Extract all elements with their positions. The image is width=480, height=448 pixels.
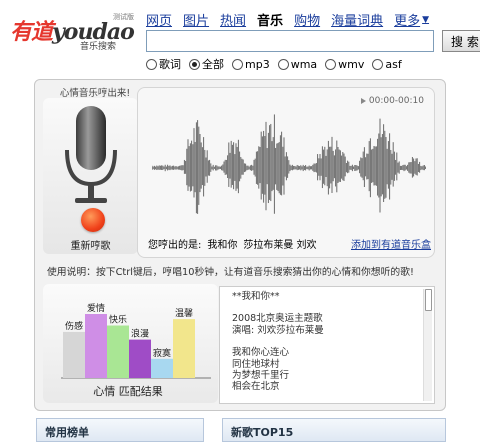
logo-cn: 有道 [10,19,53,45]
filter-label: wmv [338,57,365,71]
mood-caption: 心情 匹配结果 [93,385,163,398]
lyrics-header: **我和你** [232,291,280,302]
format-filters: 歌词 全部 mp3 wma wmv asf [146,56,410,72]
nav-images[interactable]: 图片 [183,10,209,29]
lyrics-line: 同住地球村 [232,358,280,370]
nav-news[interactable]: 热闻 [220,10,246,29]
nav-web[interactable]: 网页 [146,10,172,29]
play-icon[interactable] [360,98,366,104]
search-input[interactable] [146,30,434,52]
filter-label: wma [290,57,318,71]
hummed-label: 您哼出的是: [148,240,202,251]
mood-bar-label: 爱情 [87,302,105,314]
add-to-music-box-link[interactable]: 添加到有道音乐盒 [351,236,431,251]
mood-bar [151,358,173,378]
hummed-song-title: 我和你 [207,240,238,251]
audio-waveform [152,114,426,214]
filter-wmv[interactable]: wmv [325,56,364,72]
logo-beta-tag: 测试版 [113,13,134,21]
scroll-thumb[interactable] [425,289,432,311]
youdao-logo[interactable]: 有道youdao 测试版 音乐搜索 [10,12,138,52]
record-button[interactable] [81,208,105,232]
radio-icon[interactable] [372,58,384,70]
hum-recorder: 重新哼歌 [43,98,138,254]
lyrics-text: **我和你** 2008北京奥运主题歌 演唱: 刘欢莎拉布莱曼 我和你心连心 同… [232,291,324,393]
filter-all[interactable]: 全部 [189,56,224,72]
filter-label: 歌词 [159,58,181,71]
top-nav: 网页 图片 热闻 音乐 购物 海量词典 更多 ▼ [146,10,440,29]
nav-more-label: 更多 [394,14,421,29]
nav-dictionary[interactable]: 海量词典 [331,10,383,29]
lyrics-line: 为梦想千里行 [232,370,290,382]
timer-text: 00:00-00:10 [368,96,424,106]
lyrics-box[interactable]: **我和你** 2008北京奥运主题歌 演唱: 刘欢莎拉布莱曼 我和你心连心 同… [219,286,435,404]
mood-bar [129,339,151,378]
waveform-box: 00:00-00:10 您哼出的是: 我和你 莎拉布莱曼 刘欢 添加到有道音乐盒 [137,87,435,258]
mood-bar-label: 浪漫 [131,328,149,340]
filter-lyrics[interactable]: 歌词 [146,56,181,72]
mood-bar-label: 伤感 [65,320,83,332]
hum-heading: 心情音乐哼出来! [59,88,131,99]
filter-asf[interactable]: asf [372,56,402,72]
logo-subtitle: 音乐搜索 [80,42,117,52]
mood-bar-label: 快乐 [109,314,127,326]
mood-bar-label: 寂寞 [153,347,171,359]
radio-checked-icon[interactable] [189,58,200,70]
mood-bar [173,319,195,378]
radio-icon[interactable] [325,58,337,70]
filter-label: mp3 [245,57,270,71]
lyrics-scrollbar[interactable] [423,289,432,401]
nav-shopping[interactable]: 购物 [294,10,320,29]
radio-icon[interactable] [232,58,243,70]
nav-music[interactable]: 音乐 [257,10,283,29]
playback-timer: 00:00-00:10 [360,96,424,106]
lyrics-line: 演唱: 刘欢莎拉布莱曼 [232,324,324,336]
lyrics-line: 我和你心连心 [232,347,290,359]
search-button[interactable]: 搜 索 [442,30,480,52]
mood-bar [107,325,129,378]
mood-bar-label: 温馨 [175,307,193,319]
filter-mp3[interactable]: mp3 [232,56,270,72]
tab-new-songs-top15[interactable]: 新歌TOP15 [222,418,446,442]
filter-label: 全部 [202,58,224,71]
mood-bar [85,314,107,378]
hummed-artist: 莎拉布莱曼 刘欢 [243,240,317,251]
microphone-icon [65,106,117,203]
lyrics-line: 2008北京奥运主题歌 [232,313,323,325]
usage-instructions: 使用说明：按下Ctrl键后，哼唱10秒钟，让有道音乐搜索猜出你的心情和你想听的歌… [47,267,414,278]
dropdown-arrow-icon: ▼ [422,14,430,25]
nav-more[interactable]: 更多 ▼ [394,10,429,29]
filter-wma[interactable]: wma [277,56,318,72]
tab-popular-charts[interactable]: 常用榜单 [36,418,204,442]
radio-icon[interactable] [277,58,289,70]
radio-icon[interactable] [146,58,157,70]
hum-search-panel: 心情音乐哼出来! 重新哼歌 00:00-00:10 您哼出的是: 我和你 莎拉布… [34,79,446,411]
lyrics-line: 相会在北京 [232,381,280,393]
rerecord-label[interactable]: 重新哼歌 [43,237,138,252]
filter-label: asf [385,57,402,71]
mood-chart: 伤感 爱情 快乐 浪漫 寂寞 温馨 心情 匹配结果 [43,284,218,403]
mood-bar [63,331,85,378]
